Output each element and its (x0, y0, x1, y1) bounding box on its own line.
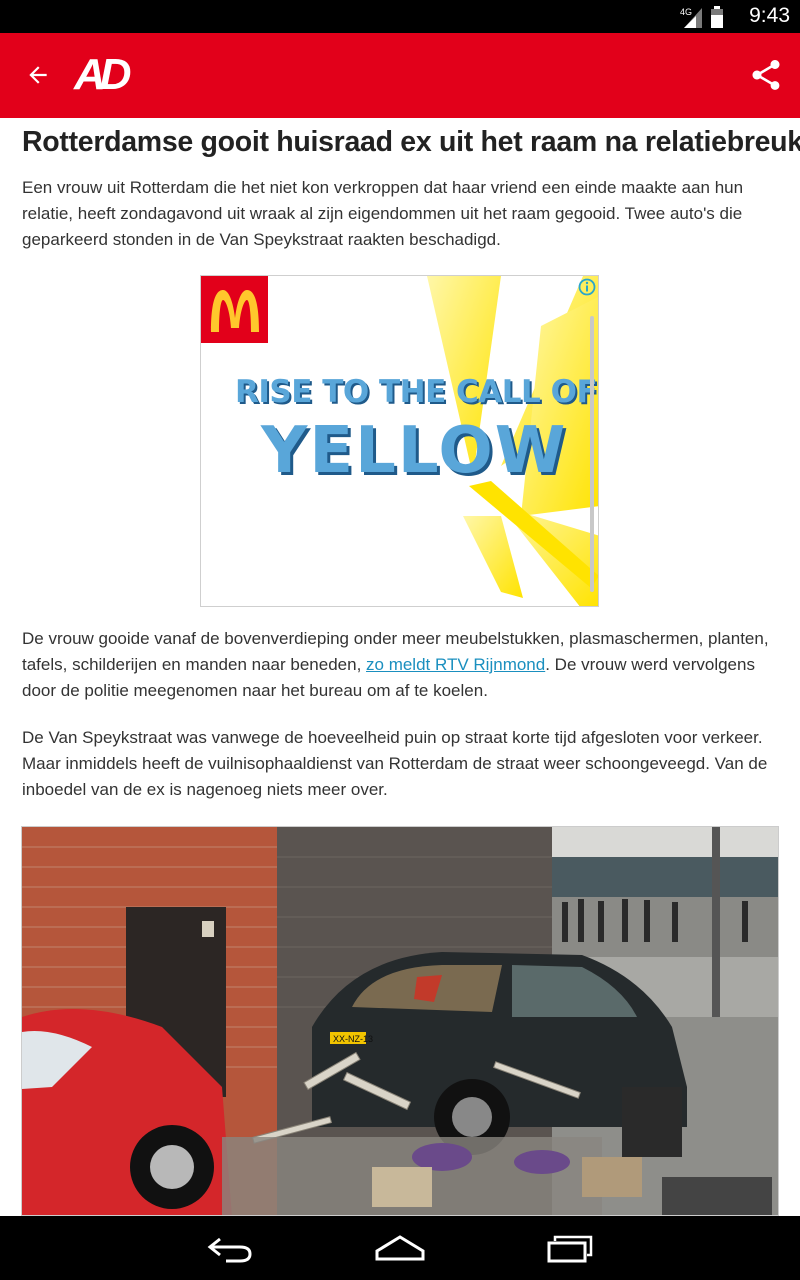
app-bar: AD (0, 33, 800, 118)
status-bar: 4G 9:43 (0, 0, 800, 33)
arrow-back-icon (29, 66, 47, 84)
nav-home-button[interactable] (370, 1224, 430, 1272)
rtv-rijnmond-link[interactable]: zo meldt RTV Rijnmond (366, 655, 545, 674)
share-button[interactable] (744, 53, 788, 97)
advertisement[interactable]: RISE TO THE CALL OF YELLOW (200, 275, 599, 607)
ad-headline-line2: YELLOW (261, 414, 568, 488)
battery-icon (711, 6, 723, 28)
svg-text:4G: 4G (680, 7, 692, 17)
svg-text:XX-NZ-13: XX-NZ-13 (333, 1034, 373, 1044)
article-headline: Rotterdamse gooit huisraad ex uit het ra… (22, 126, 800, 158)
article-paragraph-3: De Van Speykstraat was vanwege de hoevee… (22, 728, 768, 799)
back-button[interactable] (16, 53, 60, 97)
status-icons: 4G (680, 5, 724, 29)
street-scene-image: XX-NZ-13 (22, 827, 778, 1215)
article-intro: Een vrouw uit Rotterdam die het niet kon… (22, 178, 744, 249)
navigation-bar (0, 1216, 800, 1280)
nav-recents-button[interactable] (540, 1224, 600, 1272)
back-nav-icon (207, 1237, 252, 1263)
recents-nav-icon (547, 1235, 593, 1263)
mcdonalds-logo-icon (201, 276, 268, 343)
article-photo[interactable]: XX-NZ-13 (21, 826, 779, 1216)
share-icon (752, 60, 780, 90)
status-time: 9:43 (749, 4, 790, 27)
article-paragraph-2: De vrouw gooide vanaf de bovenverdieping… (22, 626, 782, 704)
nav-back-button[interactable] (200, 1224, 260, 1272)
home-nav-icon (375, 1235, 425, 1261)
ad-headline-line1: RISE TO THE CALL OF (235, 374, 598, 410)
ad-scrollbar (590, 316, 594, 592)
signal-icon: 4G (680, 7, 702, 28)
ad-logo[interactable]: AD (74, 51, 132, 99)
article-content[interactable]: Rotterdamse gooit huisraad ex uit het ra… (0, 118, 800, 1216)
info-icon[interactable] (578, 278, 596, 296)
